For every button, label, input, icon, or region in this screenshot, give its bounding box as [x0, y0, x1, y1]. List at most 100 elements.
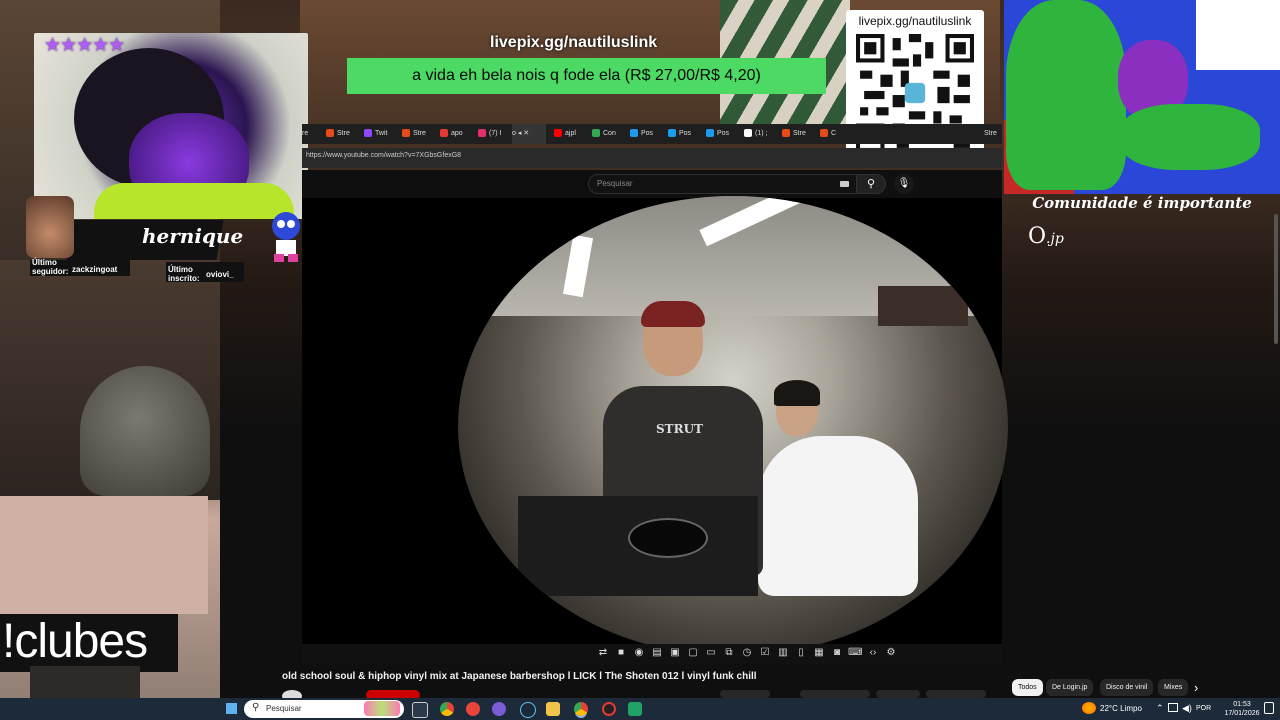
obs-icon[interactable] [492, 702, 506, 716]
pixel-art-green-character [1006, 0, 1126, 190]
taskbar-search-placeholder: Pesquisar [266, 704, 302, 713]
pixel-art-hand [1120, 104, 1260, 170]
art-caption: Comunidade é importante [1032, 194, 1252, 212]
chevron-right-icon[interactable]: › [1194, 680, 1198, 695]
keyboard-icon[interactable] [840, 181, 849, 187]
chip-channel[interactable]: De Login.jp [1046, 679, 1094, 696]
share-button[interactable] [800, 690, 870, 698]
last-follower-label: Último seguidor: [32, 258, 69, 276]
steam-icon[interactable] [520, 702, 536, 718]
search-icon: ⚲ [252, 702, 260, 713]
columns-icon[interactable]: ▯ [794, 646, 808, 660]
browser-tab[interactable]: Stre [322, 124, 358, 144]
crop-icon[interactable]: ⧉ [722, 646, 736, 660]
chip-mixes[interactable]: Mixes [1158, 679, 1189, 696]
hooded-figure [80, 366, 210, 496]
shirt-logo: STRUT [656, 422, 703, 436]
audio-icon[interactable]: ◉ [632, 646, 646, 660]
layout-icon[interactable]: ▦ [812, 646, 826, 660]
vinyl-record [628, 518, 708, 558]
microphone-icon: 🎙 [897, 178, 911, 189]
clock-time: 01:53 [1233, 701, 1251, 708]
mic-button[interactable]: 🎙 [894, 174, 914, 194]
download-button[interactable] [926, 690, 986, 698]
camera-icon[interactable]: ◙ [830, 646, 844, 660]
browser-tab[interactable]: apo [436, 124, 472, 144]
chrome-active-icon[interactable] [574, 702, 588, 716]
save-button[interactable] [876, 690, 920, 698]
qr-label: livepix.gg/nautiluslink [858, 14, 972, 28]
volume-icon[interactable]: ◀) [1182, 703, 1192, 714]
folder-icon[interactable] [546, 702, 560, 716]
search-icon: ⚲ [866, 178, 876, 190]
spreadsheet-icon[interactable] [628, 702, 642, 716]
check-icon[interactable]: ☑ [758, 646, 772, 660]
barber-cape [758, 436, 918, 596]
like-button[interactable] [720, 690, 770, 698]
task-view-icon[interactable] [412, 702, 428, 718]
language-indicator[interactable]: POR [1196, 705, 1211, 712]
chevron-up-icon[interactable]: ⌃ [1156, 703, 1164, 714]
chip-vinyl[interactable]: Disco de vinil [1100, 679, 1154, 696]
webcam-feed [34, 33, 308, 219]
browser-tab[interactable]: Pos [626, 124, 662, 144]
windows-start-icon[interactable] [226, 703, 237, 714]
chrome-icon[interactable] [440, 702, 454, 716]
code-icon[interactable]: ‹› [866, 646, 880, 660]
pixel-art-white [1196, 0, 1280, 70]
search-button[interactable]: ⚲ [856, 174, 886, 194]
browser-tab[interactable]: Pos [664, 124, 700, 144]
video-frame[interactable]: STRUT [458, 196, 1008, 656]
browser-tab[interactable]: Pos [702, 124, 738, 144]
network-icon[interactable] [1168, 703, 1178, 712]
mascot-icon [272, 212, 300, 262]
browser-tab[interactable]: (7) I [474, 124, 510, 144]
url-text[interactable]: https://www.youtube.com/watch?v=7XGbsGfe… [306, 152, 461, 159]
browser-tab[interactable]: Twit [360, 124, 396, 144]
pix-alert-message: a vida eh bela nois q fode ela (R$ 27,00… [412, 67, 761, 84]
frame-icon[interactable]: ▣ [668, 646, 682, 660]
weather-text[interactable]: 22°C Limpo [1100, 704, 1142, 713]
avatar [26, 196, 74, 258]
wall-frame [878, 286, 968, 326]
notification-icon[interactable] [1264, 702, 1274, 714]
browser-tab[interactable]: C [816, 124, 852, 144]
video-title[interactable]: old school soul & hiphop vinyl mix at Ja… [282, 671, 757, 682]
weather-icon[interactable] [1082, 702, 1096, 714]
vivaldi-icon[interactable] [466, 702, 480, 716]
browser-tab[interactable]: Con [588, 124, 624, 144]
pip-icon[interactable]: ▢ [686, 646, 700, 660]
clock-date: 17/01/2026 [1224, 710, 1260, 717]
channel-logo: O.jp [1028, 224, 1064, 249]
shuffle-icon[interactable]: ⇄ [596, 646, 610, 660]
chat-command: !clubes [2, 615, 148, 668]
browser-tab[interactable]: Stre [778, 124, 814, 144]
caption-icon[interactable]: ▤ [650, 646, 664, 660]
clock[interactable]: 01:53 17/01/2026 [1224, 700, 1260, 718]
keyboard-icon[interactable]: ⌨ [848, 646, 862, 660]
browser-tab[interactable]: (1) ; [740, 124, 776, 144]
stop-icon[interactable]: ■ [614, 646, 628, 660]
rating-stars: ★★★★★ [44, 35, 125, 56]
pix-url: livepix.gg/nautiluslink [490, 34, 658, 51]
client-hair [774, 380, 820, 406]
last-sub-label: Último inscrito: [168, 265, 200, 283]
screen-icon[interactable]: ▭ [704, 646, 718, 660]
chip-all[interactable]: Todos [1012, 679, 1043, 696]
browser-tab[interactable]: ajpl [550, 124, 586, 144]
obs-studio-icon[interactable] [602, 702, 616, 716]
action-buttons [720, 690, 990, 698]
speed-icon[interactable]: ◷ [740, 646, 754, 660]
gear-icon[interactable]: ⚙ [884, 646, 898, 660]
browser-tab-active[interactable]: o ◂ ✕ [512, 124, 546, 144]
search-placeholder: Pesquisar [597, 179, 633, 188]
browser-tab[interactable]: Stre [398, 124, 434, 144]
last-sub-name: oviovi_ [206, 270, 234, 279]
flowers-icon [364, 701, 400, 716]
last-follower-name: zackzingoat [72, 265, 118, 274]
streamer-name: hernique [142, 224, 244, 248]
scrollbar[interactable] [1274, 214, 1278, 344]
dj-cap [641, 301, 705, 327]
sidebar-icon[interactable]: ▥ [776, 646, 790, 660]
browser-tab-bar: re Stre Twit Stre apo (7) I o ◂ ✕ ajpl C… [302, 124, 1002, 144]
